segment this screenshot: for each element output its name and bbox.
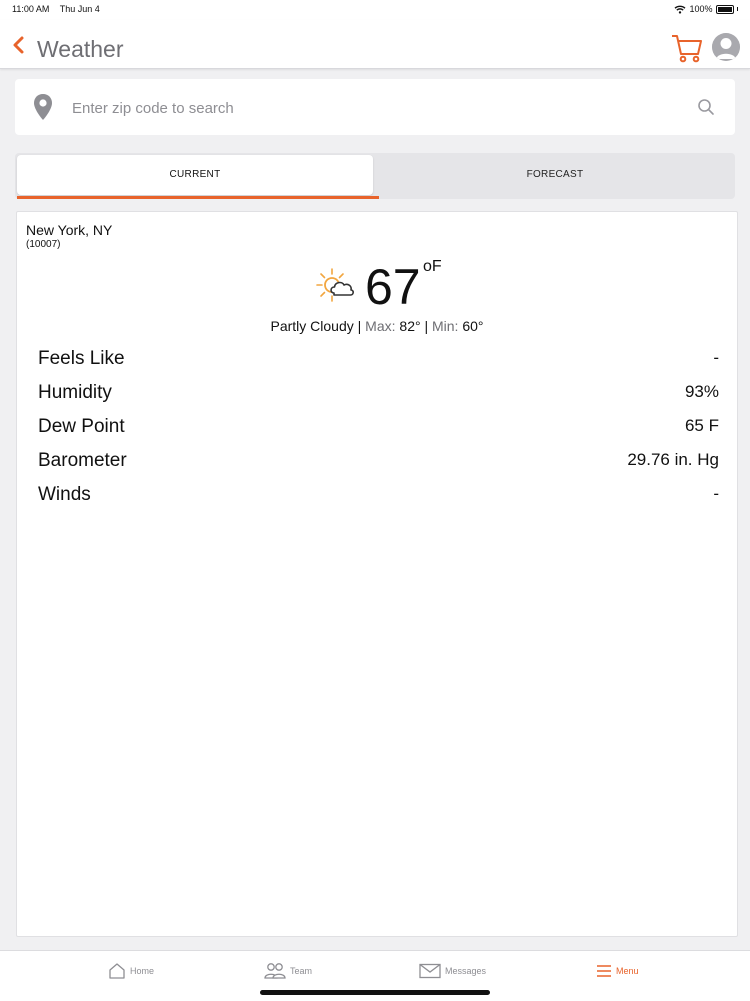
detail-label: Humidity	[38, 382, 112, 403]
search-icon[interactable]	[697, 98, 715, 116]
cart-button[interactable]	[670, 32, 704, 64]
nav-home[interactable]: Home	[108, 959, 154, 983]
home-indicator[interactable]	[260, 990, 490, 995]
tab-forecast[interactable]: FORECAST	[375, 153, 735, 197]
nav-home-label: Home	[130, 966, 155, 976]
detail-row-feels-like: Feels Like -	[38, 346, 719, 380]
zip-search-box	[15, 79, 735, 135]
active-tab-indicator	[17, 196, 379, 199]
wifi-icon	[675, 5, 686, 14]
location-pin-icon	[34, 94, 52, 120]
user-icon	[712, 33, 740, 61]
status-bar: 11:00 AM Thu Jun 4 100%	[0, 0, 750, 20]
nav-menu[interactable]: Menu	[596, 959, 639, 983]
team-icon	[264, 963, 286, 979]
envelope-icon	[419, 963, 441, 979]
nav-messages[interactable]: Messages	[419, 959, 486, 983]
partly-cloudy-icon	[316, 268, 354, 302]
weather-tabs: CURRENT FORECAST	[15, 153, 735, 199]
cart-icon	[672, 35, 702, 63]
detail-label: Winds	[38, 484, 91, 505]
detail-row-barometer: Barometer 29.76 in. Hg	[38, 448, 719, 482]
detail-value: 29.76 in. Hg	[627, 450, 719, 469]
detail-row-humidity: Humidity 93%	[38, 380, 719, 414]
detail-label: Barometer	[38, 450, 127, 471]
nav-messages-label: Messages	[445, 966, 487, 976]
zip-code: (10007)	[26, 239, 61, 250]
detail-value: 93%	[684, 382, 719, 401]
page-title: Weather	[37, 36, 124, 62]
min-label: Min:	[432, 318, 459, 334]
weather-details: Feels Like - Humidity 93% Dew Point 65 F…	[38, 346, 719, 516]
detail-row-dew-point: Dew Point 65 F	[38, 414, 719, 448]
detail-label: Dew Point	[38, 416, 125, 437]
detail-label: Feels Like	[38, 348, 125, 369]
avatar[interactable]	[712, 33, 740, 61]
back-button[interactable]	[10, 34, 28, 56]
nav-team[interactable]: Team	[264, 959, 312, 983]
home-icon	[109, 963, 125, 979]
min-value: 60°	[462, 318, 484, 334]
temperature-value: 67	[365, 259, 421, 315]
chevron-left-icon	[13, 36, 24, 54]
max-value: 82°	[399, 318, 421, 334]
battery-percent: 100%	[689, 4, 713, 14]
detail-value: 65 F	[684, 416, 719, 435]
max-label: Max:	[365, 318, 396, 334]
app-header: Weather	[0, 20, 750, 69]
separator: |	[424, 318, 432, 334]
temperature-unit: oF	[423, 258, 442, 275]
status-right: 100%	[674, 4, 738, 14]
conditions-summary: Partly Cloudy | Max: 82° | Min: 60°	[17, 318, 737, 334]
nav-team-label: Team	[290, 966, 313, 976]
status-date: Thu Jun 4	[59, 4, 100, 14]
tab-current[interactable]: CURRENT	[17, 155, 373, 195]
city-name: New York, NY	[26, 222, 113, 238]
nav-menu-label: Menu	[616, 966, 639, 976]
detail-value: -	[713, 348, 719, 367]
zip-search-input[interactable]	[70, 93, 674, 123]
current-weather-card: New York, NY (10007) 67 oF Partly Cloudy…	[16, 211, 738, 937]
status-left: 11:00 AM Thu Jun 4	[12, 4, 108, 14]
detail-row-winds: Winds -	[38, 482, 719, 516]
hamburger-icon	[597, 965, 611, 977]
status-time: 11:00 AM	[12, 4, 50, 14]
detail-value: -	[713, 484, 719, 503]
battery-tip	[736, 7, 738, 11]
condition-text: Partly Cloudy	[270, 318, 354, 334]
temperature-block: 67 oF	[315, 258, 455, 320]
battery-icon	[715, 4, 734, 14]
